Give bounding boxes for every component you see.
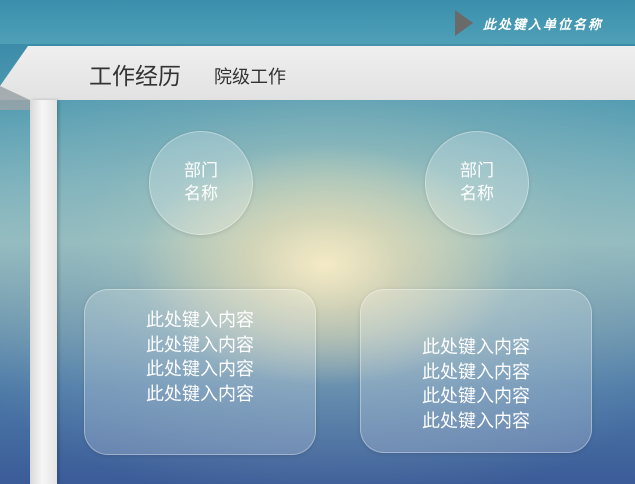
triangle-right-icon xyxy=(455,10,473,36)
unit-name-text[interactable]: 此处键入单位名称 xyxy=(483,14,603,33)
content-line: 此处键入内容 xyxy=(146,383,254,405)
content-line: 此处键入内容 xyxy=(422,361,530,383)
department-label-line2: 名称 xyxy=(460,184,494,204)
page-title[interactable]: 工作经历 xyxy=(89,57,181,91)
content-line: 此处键入内容 xyxy=(146,334,254,356)
department-circle-right[interactable]: 部门 名称 xyxy=(425,131,529,235)
department-circle-left[interactable]: 部门 名称 xyxy=(149,131,253,235)
content-line: 此处键入内容 xyxy=(146,359,254,380)
content-box-right[interactable]: 此处键入内容 此处键入内容 此处键入内容 此处键入内容 xyxy=(360,289,592,453)
content-line: 此处键入内容 xyxy=(422,410,530,432)
content-line: 此处键入内容 xyxy=(422,386,530,407)
unit-name-tag: 此处键入单位名称 xyxy=(455,8,635,38)
department-label-line2: 名称 xyxy=(184,184,218,204)
slide-canvas: 此处键入单位名称 工作经历 院级工作 部门 名称 部门 名称 此处键入内容 此处… xyxy=(0,0,635,484)
department-label-line1: 部门 xyxy=(460,161,494,181)
content-line: 此处键入内容 xyxy=(146,310,254,331)
page-subtitle[interactable]: 院级工作 xyxy=(214,63,286,89)
vertical-pillar xyxy=(30,100,57,484)
content-box-left[interactable]: 此处键入内容 此处键入内容 此处键入内容 此处键入内容 xyxy=(84,289,316,455)
content-line: 此处键入内容 xyxy=(422,337,530,358)
department-label-line1: 部门 xyxy=(184,161,218,181)
